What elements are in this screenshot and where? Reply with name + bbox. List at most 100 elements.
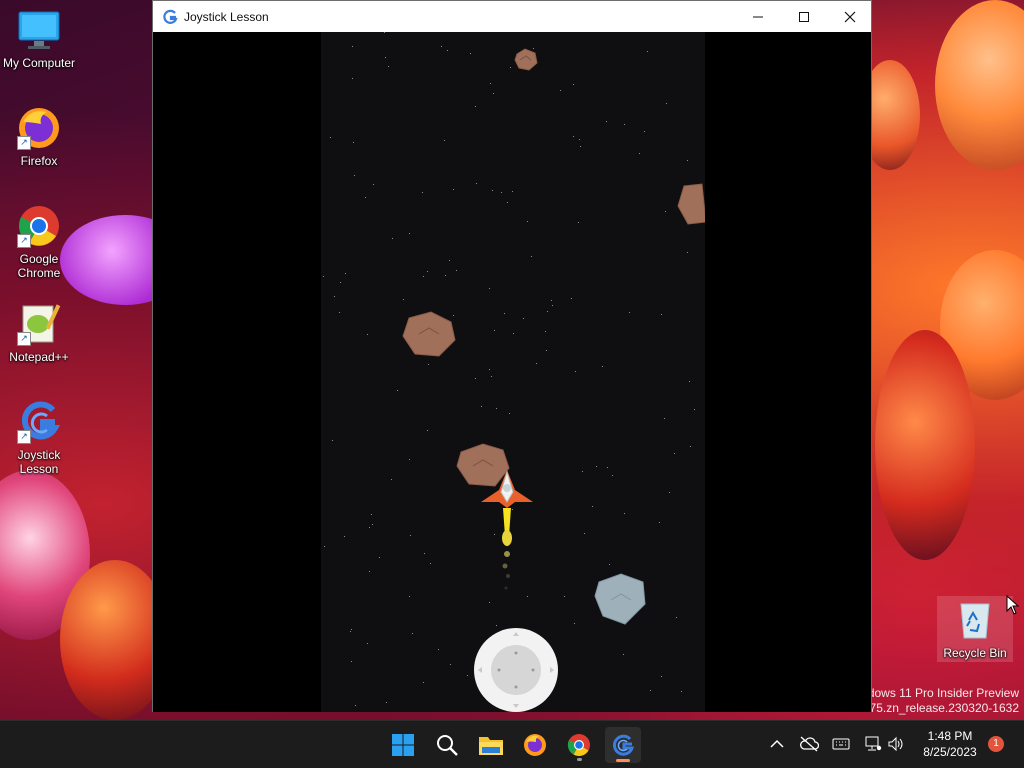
star bbox=[681, 691, 682, 692]
game-viewport[interactable] bbox=[153, 32, 871, 712]
star bbox=[574, 623, 575, 624]
search-button[interactable] bbox=[429, 727, 465, 763]
star bbox=[467, 675, 468, 676]
star bbox=[578, 222, 579, 223]
close-button[interactable] bbox=[827, 1, 873, 32]
star bbox=[450, 664, 451, 665]
network-tray-button[interactable] bbox=[862, 733, 884, 755]
game-playfield bbox=[321, 32, 705, 712]
joystick-lesson-taskbar-button[interactable] bbox=[605, 727, 641, 763]
star bbox=[449, 260, 450, 261]
taskbar: 1:48 PM 8/25/2023 bbox=[0, 720, 1024, 768]
clock-time: 1:48 PM bbox=[927, 729, 973, 743]
start-button[interactable] bbox=[385, 727, 421, 763]
star bbox=[385, 57, 386, 58]
desktop-icon-label: Firefox bbox=[20, 154, 58, 168]
star bbox=[392, 238, 393, 239]
star bbox=[427, 271, 428, 272]
network-icon bbox=[865, 736, 882, 751]
asteroid bbox=[677, 183, 705, 225]
notification-badge[interactable]: 1 bbox=[988, 736, 1004, 752]
star bbox=[607, 467, 608, 468]
firefox-icon bbox=[524, 734, 546, 756]
star bbox=[445, 275, 446, 276]
star bbox=[490, 83, 491, 84]
volume-tray-button[interactable] bbox=[885, 733, 907, 755]
star bbox=[422, 192, 423, 193]
star bbox=[501, 192, 502, 193]
star bbox=[427, 430, 428, 431]
maximize-button[interactable] bbox=[781, 1, 827, 32]
star bbox=[353, 142, 354, 143]
star bbox=[546, 350, 547, 351]
star bbox=[367, 334, 368, 335]
desktop-icon-notepadpp[interactable]: ↗ Notepad++ bbox=[1, 302, 77, 364]
star bbox=[344, 536, 345, 537]
star bbox=[575, 371, 576, 372]
star bbox=[676, 617, 677, 618]
star bbox=[324, 546, 325, 547]
star bbox=[623, 654, 624, 655]
firefox-taskbar-button[interactable] bbox=[517, 727, 553, 763]
star bbox=[403, 299, 404, 300]
star bbox=[352, 78, 353, 79]
onedrive-tray-button[interactable] bbox=[798, 733, 820, 755]
star bbox=[669, 492, 670, 493]
desktop-icon-chrome[interactable]: ↗ Google Chrome bbox=[1, 204, 77, 280]
show-hidden-icons-button[interactable] bbox=[766, 733, 788, 755]
star bbox=[664, 418, 665, 419]
ship-exhaust bbox=[502, 508, 512, 590]
minimize-button[interactable] bbox=[735, 1, 781, 32]
volume-icon bbox=[888, 736, 903, 752]
window-titlebar[interactable]: Joystick Lesson bbox=[153, 1, 871, 32]
star bbox=[470, 53, 471, 54]
star bbox=[690, 446, 691, 447]
star bbox=[504, 313, 505, 314]
star bbox=[345, 273, 346, 274]
start-icon bbox=[392, 734, 414, 756]
star bbox=[492, 190, 493, 191]
notepadpp-icon: ↗ bbox=[17, 302, 61, 346]
star bbox=[661, 314, 662, 315]
star bbox=[596, 466, 597, 467]
star bbox=[428, 364, 429, 365]
star bbox=[424, 553, 425, 554]
ice-asteroid bbox=[594, 573, 646, 625]
star bbox=[527, 221, 528, 222]
star bbox=[491, 376, 492, 377]
joystick-knob[interactable] bbox=[491, 645, 541, 695]
search-icon bbox=[437, 735, 458, 756]
computer-icon bbox=[17, 8, 61, 52]
star bbox=[384, 32, 385, 33]
joystick-lesson-icon bbox=[612, 734, 635, 756]
desktop-icon-my-computer[interactable]: My Computer bbox=[1, 8, 77, 70]
watermark-line: dows 11 Pro Insider Preview bbox=[867, 686, 1019, 700]
star bbox=[423, 276, 424, 277]
star bbox=[523, 318, 524, 319]
star bbox=[545, 331, 546, 332]
star bbox=[475, 106, 476, 107]
star bbox=[592, 506, 593, 507]
star bbox=[373, 184, 374, 185]
joystick-lesson-icon bbox=[163, 9, 178, 24]
cloud-off-icon bbox=[800, 736, 819, 752]
minimize-icon bbox=[753, 16, 763, 17]
keyboard-tray-button[interactable] bbox=[830, 733, 852, 755]
desktop-icon-firefox[interactable]: ↗ Firefox bbox=[1, 106, 77, 168]
star bbox=[334, 296, 335, 297]
clock[interactable]: 1:48 PM 8/25/2023 bbox=[915, 728, 985, 760]
recycle-bin-icon bbox=[953, 598, 997, 642]
star bbox=[447, 50, 448, 51]
chrome-taskbar-button[interactable] bbox=[561, 727, 597, 763]
desktop-icon-recycle-bin[interactable]: Recycle Bin bbox=[937, 596, 1013, 662]
file-explorer-button[interactable] bbox=[473, 727, 509, 763]
star bbox=[639, 153, 640, 154]
star bbox=[665, 211, 666, 212]
shortcut-arrow-icon: ↗ bbox=[17, 234, 31, 248]
desktop-icon-joystick-lesson[interactable]: ↗ Joystick Lesson bbox=[1, 400, 77, 476]
star bbox=[489, 602, 490, 603]
star bbox=[493, 93, 494, 94]
star bbox=[573, 136, 574, 137]
virtual-joystick[interactable] bbox=[474, 628, 558, 712]
joystick-lesson-icon: ↗ bbox=[17, 400, 61, 444]
